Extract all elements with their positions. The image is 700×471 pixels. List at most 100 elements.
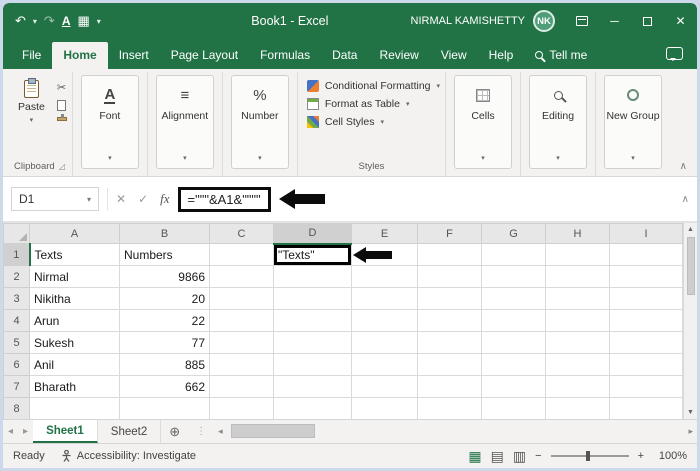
conditional-formatting-button[interactable]: Conditional Formatting ▾ xyxy=(306,80,440,92)
column-header-B[interactable]: B xyxy=(119,223,210,244)
format-as-table-button[interactable]: Format as Table ▾ xyxy=(306,98,440,110)
row-header-7[interactable]: 7 xyxy=(3,375,30,398)
cell-G4[interactable] xyxy=(481,309,546,332)
quick-access-caret-icon[interactable]: ▾ xyxy=(97,17,101,26)
column-header-A[interactable]: A xyxy=(29,223,120,244)
column-header-I[interactable]: I xyxy=(609,223,683,244)
zoom-slider-thumb[interactable] xyxy=(585,451,590,461)
cell-E5[interactable] xyxy=(351,331,418,354)
row-header-3[interactable]: 3 xyxy=(3,287,30,310)
cell-A8[interactable] xyxy=(29,397,120,419)
new-group-collapsed-button[interactable]: New Group ▾ xyxy=(604,75,663,169)
sheet-tab-sheet2[interactable]: Sheet2 xyxy=(98,420,162,443)
cell-A4[interactable]: Arun xyxy=(29,309,120,332)
page-break-view-icon[interactable]: ▥ xyxy=(513,448,526,465)
zoom-in-icon[interactable]: + xyxy=(638,450,644,462)
horizontal-scrollbar[interactable]: ◂ ▸ xyxy=(214,420,697,443)
cell-D2[interactable] xyxy=(273,265,352,288)
cell-I8[interactable] xyxy=(609,397,683,419)
cell-E7[interactable] xyxy=(351,375,418,398)
cell-B7[interactable]: 662 xyxy=(119,375,210,398)
tab-data[interactable]: Data xyxy=(321,42,368,69)
tab-home[interactable]: Home xyxy=(52,42,108,69)
maximize-button[interactable] xyxy=(631,3,664,39)
row-header-2[interactable]: 2 xyxy=(3,265,30,288)
copy-icon[interactable] xyxy=(56,97,71,111)
cell-F8[interactable] xyxy=(417,397,482,419)
cell-G1[interactable] xyxy=(481,243,546,266)
cell-C4[interactable] xyxy=(209,309,274,332)
row-header-6[interactable]: 6 xyxy=(3,353,30,376)
select-all-corner[interactable] xyxy=(3,223,30,244)
insert-function-icon[interactable]: fx xyxy=(160,191,169,207)
column-header-C[interactable]: C xyxy=(209,223,274,244)
scroll-up-icon[interactable]: ▲ xyxy=(687,226,694,233)
zoom-slider[interactable] xyxy=(550,451,629,461)
tab-view[interactable]: View xyxy=(430,42,478,69)
cell-D1[interactable]: "Texts" xyxy=(273,243,352,266)
column-header-G[interactable]: G xyxy=(481,223,546,244)
user-name[interactable]: NIRMAL KAMISHETTY xyxy=(411,15,526,27)
cell-F7[interactable] xyxy=(417,375,482,398)
cell-G3[interactable] xyxy=(481,287,546,310)
cell-H8[interactable] xyxy=(545,397,610,419)
cell-A6[interactable]: Anil xyxy=(29,353,120,376)
cell-H7[interactable] xyxy=(545,375,610,398)
cells-collapsed-button[interactable]: Cells ▾ xyxy=(454,75,513,169)
cell-H5[interactable] xyxy=(545,331,610,354)
name-box-caret-icon[interactable]: ▾ xyxy=(87,195,91,204)
column-header-E[interactable]: E xyxy=(351,223,418,244)
cell-H1[interactable] xyxy=(545,243,610,266)
tab-page-layout[interactable]: Page Layout xyxy=(160,42,249,69)
horizontal-scroll-thumb[interactable] xyxy=(230,424,315,438)
cell-H3[interactable] xyxy=(545,287,610,310)
cell-F5[interactable] xyxy=(417,331,482,354)
row-header-4[interactable]: 4 xyxy=(3,309,30,332)
clipboard-dialog-launcher-icon[interactable]: ◿ xyxy=(59,162,65,171)
cell-E4[interactable] xyxy=(351,309,418,332)
cell-D4[interactable] xyxy=(273,309,352,332)
vertical-scroll-thumb[interactable] xyxy=(686,237,695,295)
paste-button[interactable]: Paste ▾ xyxy=(12,75,51,126)
undo-icon[interactable]: ↶ xyxy=(15,13,26,29)
cell-C5[interactable] xyxy=(209,331,274,354)
cell-B2[interactable]: 9866 xyxy=(119,265,210,288)
cell-C7[interactable] xyxy=(209,375,274,398)
cell-B3[interactable]: 20 xyxy=(119,287,210,310)
format-painter-icon[interactable] xyxy=(56,114,67,121)
cell-C6[interactable] xyxy=(209,353,274,376)
cell-E2[interactable] xyxy=(351,265,418,288)
cell-E8[interactable] xyxy=(351,397,418,419)
hscroll-left-icon[interactable]: ◂ xyxy=(214,426,227,437)
cell-G6[interactable] xyxy=(481,353,546,376)
cell-C8[interactable] xyxy=(209,397,274,419)
cell-A3[interactable]: Nikitha xyxy=(29,287,120,310)
cell-I4[interactable] xyxy=(609,309,683,332)
cell-H6[interactable] xyxy=(545,353,610,376)
cell-I3[interactable] xyxy=(609,287,683,310)
cell-I6[interactable] xyxy=(609,353,683,376)
page-layout-view-icon[interactable]: ▤ xyxy=(491,448,504,465)
cell-F1[interactable] xyxy=(417,243,482,266)
column-header-H[interactable]: H xyxy=(545,223,610,244)
cell-F3[interactable] xyxy=(417,287,482,310)
enter-icon[interactable]: ✓ xyxy=(138,192,148,206)
row-header-8[interactable]: 8 xyxy=(3,397,30,419)
hscroll-right-icon[interactable]: ▸ xyxy=(684,426,697,437)
cell-I7[interactable] xyxy=(609,375,683,398)
column-header-F[interactable]: F xyxy=(417,223,482,244)
formula-input[interactable]: ="""&A1&"""" xyxy=(177,186,271,212)
tab-file[interactable]: File xyxy=(11,42,52,69)
cell-A5[interactable]: Sukesh xyxy=(29,331,120,354)
cell-G8[interactable] xyxy=(481,397,546,419)
sheet-tab-sheet1[interactable]: Sheet1 xyxy=(33,420,98,443)
cell-D5[interactable] xyxy=(273,331,352,354)
table-icon[interactable]: ▦ xyxy=(78,13,90,29)
cell-F6[interactable] xyxy=(417,353,482,376)
cell-B4[interactable]: 22 xyxy=(119,309,210,332)
cell-I2[interactable] xyxy=(609,265,683,288)
cell-E6[interactable] xyxy=(351,353,418,376)
cell-G5[interactable] xyxy=(481,331,546,354)
accessibility-status[interactable]: Accessibility: Investigate xyxy=(61,450,196,462)
column-header-D[interactable]: D xyxy=(273,223,352,245)
